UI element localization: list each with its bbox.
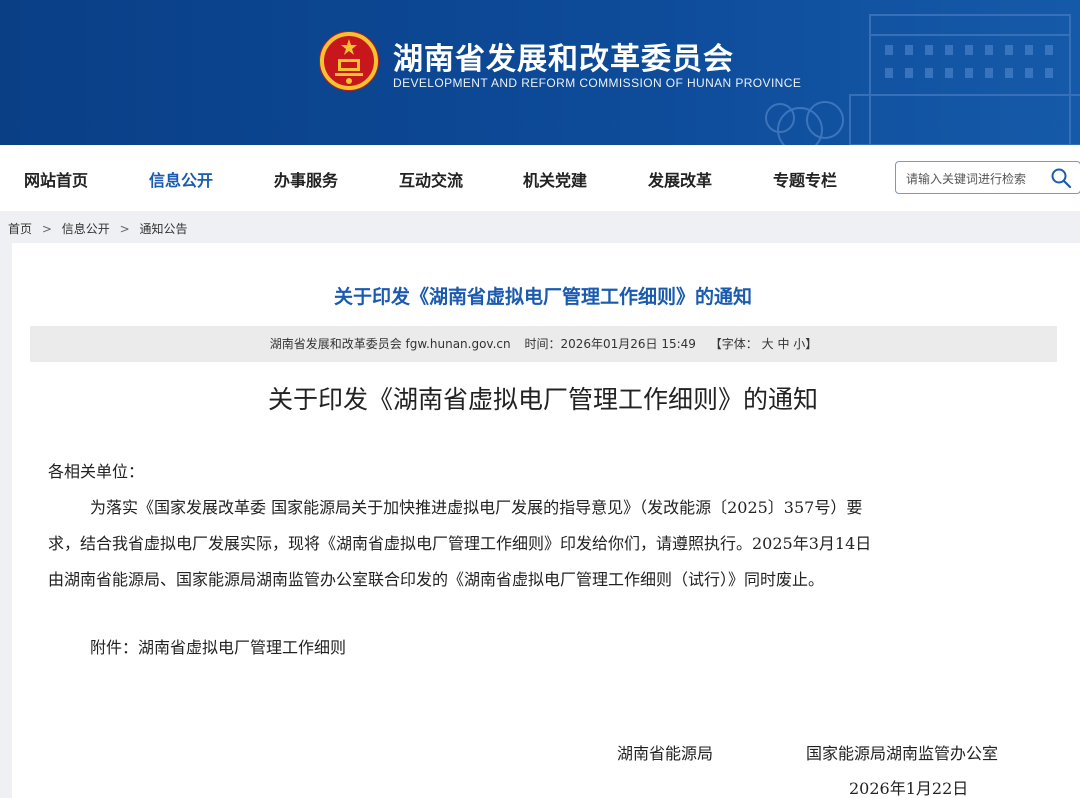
nav-item-special-topics[interactable]: 专题专栏 bbox=[773, 167, 837, 191]
document-heading: 关于印发《湖南省虚拟电厂管理工作细则》的通知 bbox=[267, 385, 818, 414]
signer-regulatory-office: 国家能源局湖南监管办公室 bbox=[806, 744, 999, 763]
font-size-large-button[interactable]: 大 bbox=[762, 337, 774, 351]
body-paragraph-line: 为落实《国家发展改革委 国家能源局关于加快推进虚拟电厂发展的指导意见》（发改能源… bbox=[90, 498, 863, 517]
breadcrumb-info-disclosure[interactable]: 信息公开 bbox=[62, 222, 110, 236]
font-size-medium-button[interactable]: 中 bbox=[777, 337, 789, 351]
breadcrumb-separator: > bbox=[119, 222, 130, 236]
body-paragraph-line: 由湖南省能源局、国家能源局湖南监管办公室联合印发的《湖南省虚拟电厂管理工作细则（… bbox=[48, 570, 825, 589]
breadcrumb-separator: > bbox=[41, 222, 52, 236]
search-icon[interactable] bbox=[1050, 167, 1072, 189]
search-placeholder: 请输入关键词进行检索 bbox=[906, 172, 1027, 186]
nav-item-interaction[interactable]: 互动交流 bbox=[399, 167, 463, 191]
article-publish-time: 时间：2026年01月26日 15:49 bbox=[524, 337, 696, 351]
font-size-small-button[interactable]: 小 bbox=[793, 337, 805, 351]
breadcrumb-notices[interactable]: 通知公告 bbox=[139, 222, 187, 236]
site-header-banner: 湖南省发展和改革委员会 DEVELOPMENT AND REFORM COMMI… bbox=[0, 0, 1080, 145]
nav-item-development-reform[interactable]: 发展改革 bbox=[648, 167, 712, 191]
site-title: 湖南省发展和改革委员会 bbox=[393, 42, 734, 77]
salutation: 各相关单位： bbox=[48, 462, 145, 481]
nav-item-party-building[interactable]: 机关党建 bbox=[523, 167, 587, 191]
site-subtitle: DEVELOPMENT AND REFORM COMMISSION OF HUN… bbox=[393, 76, 802, 90]
article-title: 关于印发《湖南省虚拟电厂管理工作细则》的通知 bbox=[333, 286, 752, 308]
body-paragraph-line: 求，结合我省虚拟电厂发展实际，现将《湖南省虚拟电厂管理工作细则》印发给你们，请遵… bbox=[48, 534, 872, 553]
article-meta-bar: 湖南省发展和改革委员会 fgw.hunan.gov.cn 时间：2026年01月… bbox=[30, 326, 1057, 362]
font-size-label-close: 】 bbox=[805, 337, 818, 351]
attachment-line: 附件：湖南省虚拟电厂管理工作细则 bbox=[90, 638, 347, 657]
nav-item-home[interactable]: 网站首页 bbox=[24, 167, 88, 191]
font-size-label: 【字体： bbox=[709, 337, 758, 351]
signer-energy-bureau: 湖南省能源局 bbox=[617, 744, 714, 763]
nav-item-info-disclosure[interactable]: 信息公开 bbox=[149, 167, 213, 191]
document-date: 2026年1月22日 bbox=[849, 779, 969, 798]
government-building-illustration bbox=[765, 14, 1080, 145]
breadcrumb-home[interactable]: 首页 bbox=[8, 222, 32, 236]
breadcrumb: 首页 > 信息公开 > 通知公告 bbox=[8, 220, 193, 237]
national-emblem-icon bbox=[319, 31, 379, 91]
nav-item-services[interactable]: 办事服务 bbox=[274, 167, 338, 191]
article-source: 湖南省发展和改革委员会 fgw.hunan.gov.cn bbox=[269, 337, 511, 351]
search-input[interactable]: 请输入关键词进行检索 bbox=[895, 161, 1080, 194]
